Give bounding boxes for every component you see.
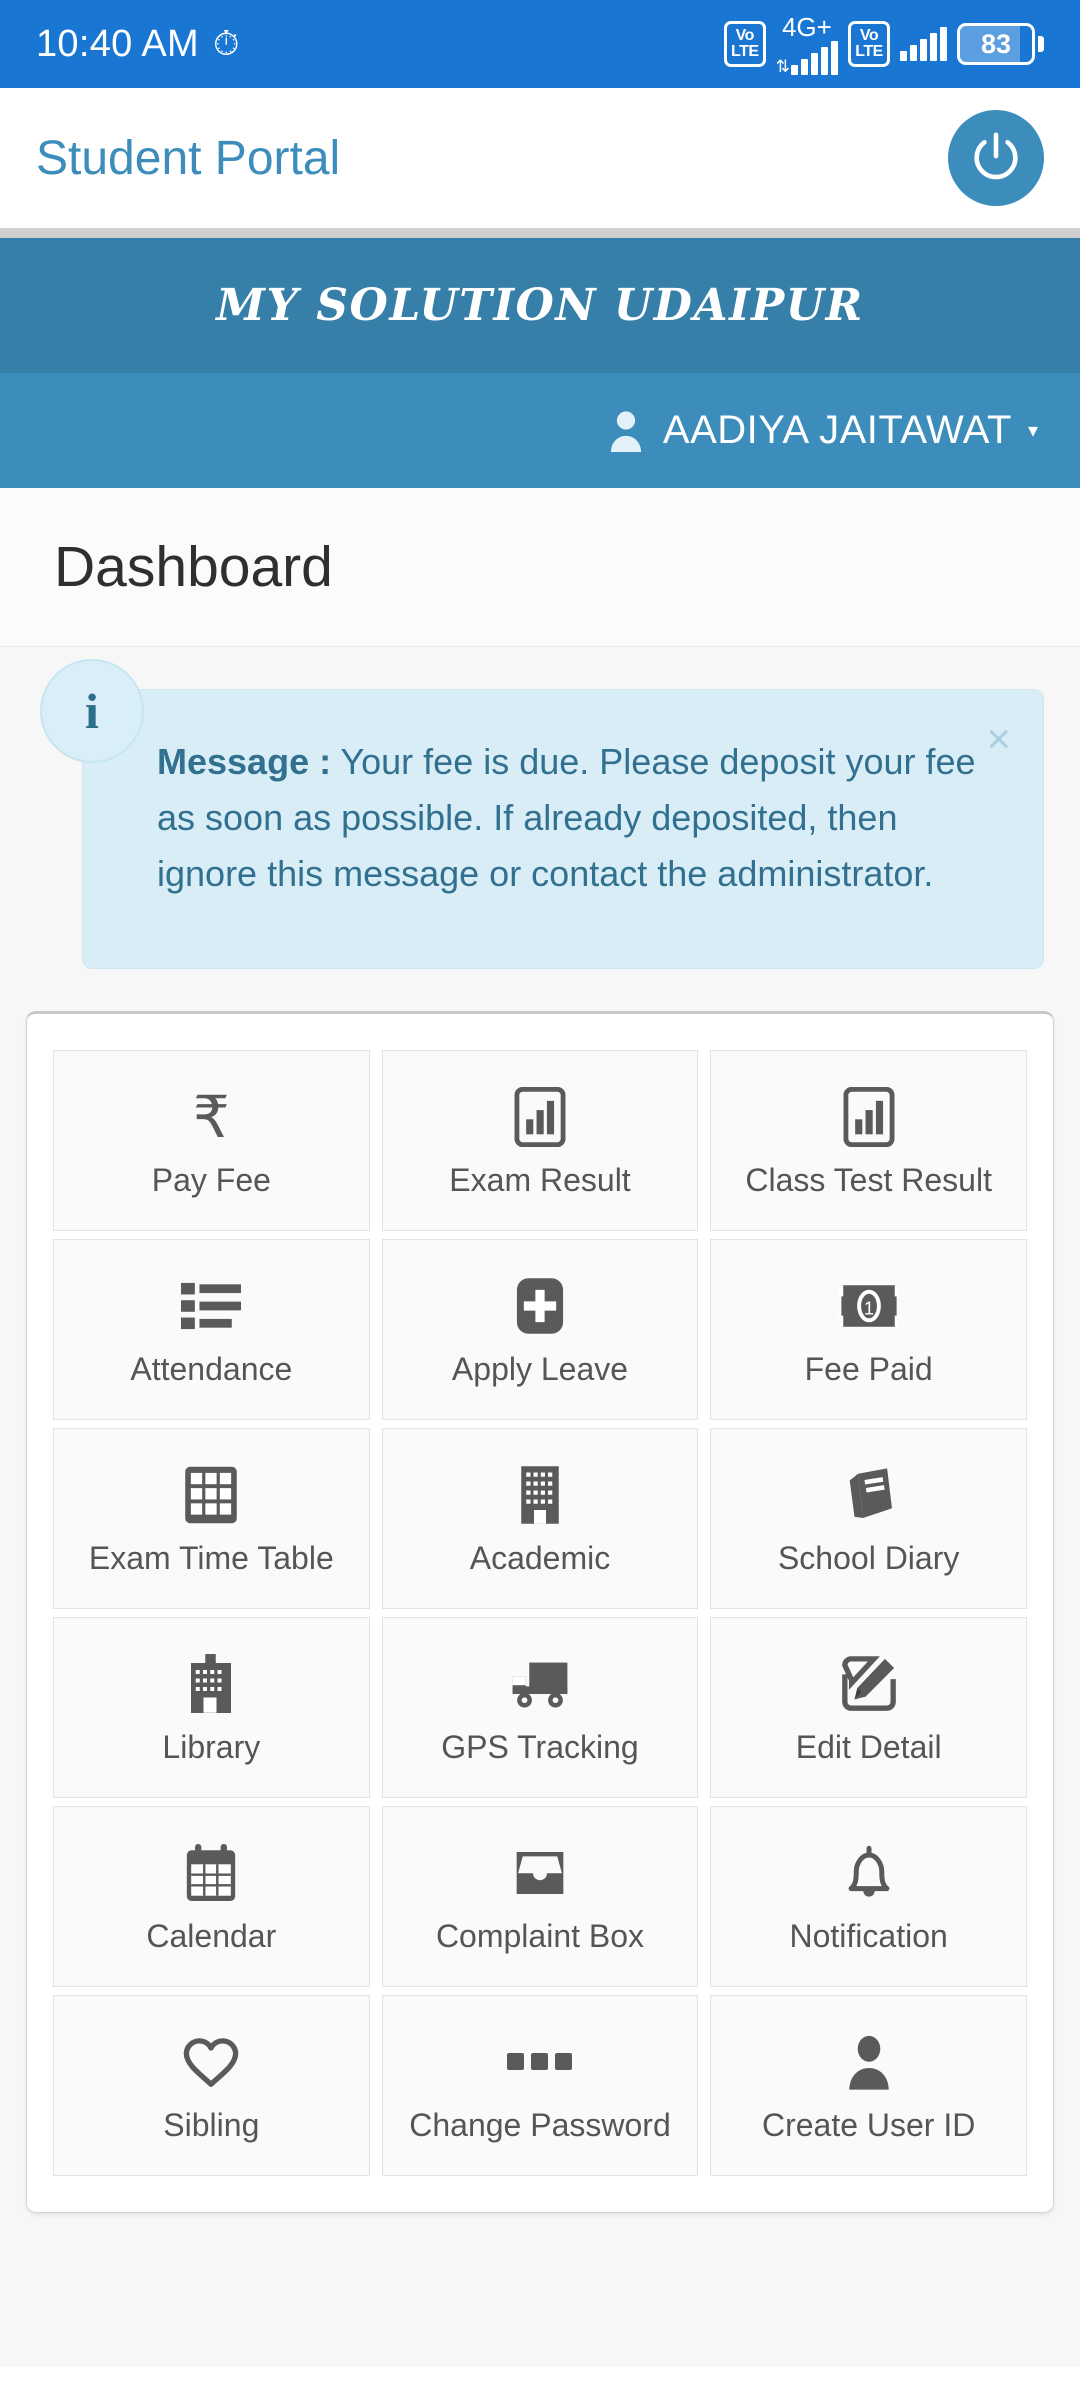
tile-school-diary[interactable]: School Diary [710, 1428, 1027, 1609]
tile-attendance[interactable]: Attendance [53, 1239, 370, 1420]
svg-text:1: 1 [864, 1297, 874, 1318]
page-header: Dashboard [0, 488, 1080, 647]
battery-cap [1038, 36, 1044, 52]
tile-label: Complaint Box [435, 1917, 645, 1954]
volte-icon-sim1: Vo LTE [723, 21, 766, 67]
volte-icon-sim2: Vo LTE [848, 21, 890, 67]
book-icon [840, 1464, 898, 1526]
tile-sibling[interactable]: Sibling [53, 1995, 370, 2176]
app-title: Student Portal [36, 131, 341, 185]
plus-square-icon [514, 1275, 566, 1337]
alert-label: Message : [157, 741, 332, 782]
inbox-icon [512, 1842, 568, 1904]
tile-gps-tracking[interactable]: GPS Tracking [381, 1617, 699, 1798]
user-name-label: AADIYA JAITAWAT [662, 408, 1012, 452]
tile-change-password[interactable]: Change Password [381, 1995, 699, 2176]
battery-icon: 83 [957, 23, 1035, 65]
tile-label: School Diary [777, 1539, 960, 1576]
tile-edit-detail[interactable]: Edit Detail [710, 1617, 1027, 1798]
chevron-down-icon[interactable]: ▾ [1028, 418, 1038, 443]
tile-label: Class Test Result [745, 1161, 992, 1198]
tile-label: Change Password [409, 2106, 671, 2143]
alert-text: Message : Your fee is due. Please deposi… [157, 734, 1003, 901]
tile-apply-leave[interactable]: Apply Leave [381, 1239, 699, 1420]
status-bar: 10:40 AM ⏱ Vo LTE 4G+ ⇅ Vo LTE 83 [0, 0, 1080, 88]
menu-grid: ₹ Pay Fee Exam Result Class Test Result … [53, 1050, 1027, 2176]
heart-icon [182, 2031, 240, 2093]
tile-label: Apply Leave [451, 1350, 629, 1387]
network-indicator-sim1: 4G+ ⇅ [776, 14, 838, 75]
alarm-icon: ⏱ [212, 25, 240, 63]
tile-notification[interactable]: Notification [710, 1806, 1027, 1987]
battery-percent-label: 83 [980, 28, 1012, 59]
list-icon [181, 1275, 242, 1337]
tile-label: Pay Fee [151, 1161, 271, 1198]
tile-library[interactable]: Library [53, 1617, 370, 1798]
app-bar-divider [0, 228, 1080, 238]
tile-label: GPS Tracking [441, 1728, 639, 1765]
volte-top-label-2: Vo [859, 27, 879, 44]
user-bar[interactable]: AADIYA JAITAWAT ▾ [0, 373, 1080, 488]
ellipsis-icon [507, 2031, 573, 2093]
bar-chart-icon [841, 1086, 897, 1148]
status-time: 10:40 AM [36, 22, 199, 65]
tile-label: Exam Result [449, 1161, 631, 1198]
status-bar-right: Vo LTE 4G+ ⇅ Vo LTE 83 [723, 14, 1044, 75]
bell-icon [843, 1842, 895, 1904]
tile-label: Calendar [146, 1917, 277, 1954]
volte-bottom-label-2: LTE [855, 43, 883, 60]
signal-bars-icon-sim1 [791, 40, 838, 75]
tile-label: Create User ID [761, 2106, 976, 2143]
building-icon [517, 1464, 563, 1526]
app-bar: Student Portal [0, 88, 1080, 228]
table-grid-icon [184, 1464, 238, 1526]
volte-bottom-label: LTE [730, 43, 759, 60]
signal-row-sim1: ⇅ [775, 40, 838, 76]
truck-icon [509, 1653, 571, 1715]
hospital-building-icon [187, 1653, 235, 1715]
page-title: Dashboard [54, 535, 333, 599]
tile-exam-time-table[interactable]: Exam Time Table [53, 1428, 370, 1609]
tile-label: Attendance [130, 1350, 293, 1387]
tile-complaint-box[interactable]: Complaint Box [381, 1806, 699, 1987]
fee-due-alert: × Message : Your fee is due. Please depo… [82, 689, 1044, 969]
alert-wrapper: i × Message : Your fee is due. Please de… [0, 647, 1080, 969]
data-transfer-icon: ⇅ [775, 56, 790, 76]
bar-chart-icon [512, 1086, 568, 1148]
tile-exam-result[interactable]: Exam Result [381, 1050, 699, 1231]
brand-banner: MY SOLUTION UDAIPUR [0, 238, 1080, 373]
rupee-icon: ₹ [192, 1082, 230, 1151]
tile-class-test-result[interactable]: Class Test Result [710, 1050, 1027, 1231]
logout-power-button[interactable] [948, 110, 1044, 206]
main-content: i × Message : Your fee is due. Please de… [0, 647, 1080, 2367]
tile-label: Exam Time Table [88, 1539, 334, 1576]
brand-name: MY SOLUTION UDAIPUR [216, 280, 864, 331]
tile-academic[interactable]: Academic [381, 1428, 699, 1609]
info-icon: i [40, 659, 144, 763]
tile-fee-paid[interactable]: 1 Fee Paid [710, 1239, 1027, 1420]
pencil-square-icon [840, 1653, 898, 1715]
tile-create-user-id[interactable]: Create User ID [710, 1995, 1027, 2176]
tile-label: Notification [789, 1917, 948, 1954]
alert-close-button[interactable]: × [986, 718, 1011, 760]
signal-bars-icon-sim2 [900, 27, 947, 61]
tile-pay-fee[interactable]: ₹ Pay Fee [53, 1050, 370, 1231]
person-icon [845, 2031, 893, 2093]
network-type-label: 4G+ [781, 11, 832, 42]
volte-top-label: Vo [735, 27, 755, 44]
tile-calendar[interactable]: Calendar [53, 1806, 370, 1987]
menu-card: ₹ Pay Fee Exam Result Class Test Result … [26, 1011, 1054, 2213]
banknote-icon: 1 [837, 1275, 900, 1337]
tile-label: Sibling [163, 2106, 260, 2143]
user-icon [610, 410, 641, 452]
calendar-icon [184, 1842, 238, 1904]
tile-label: Academic [469, 1539, 611, 1576]
tile-label: Edit Detail [795, 1728, 942, 1765]
status-bar-left: 10:40 AM ⏱ [36, 23, 240, 66]
battery-indicator: 83 [957, 23, 1044, 65]
tile-label: Library [162, 1728, 261, 1765]
power-icon [974, 132, 1018, 180]
tile-label: Fee Paid [804, 1350, 933, 1387]
system-navigation-bar [0, 2367, 1080, 2400]
